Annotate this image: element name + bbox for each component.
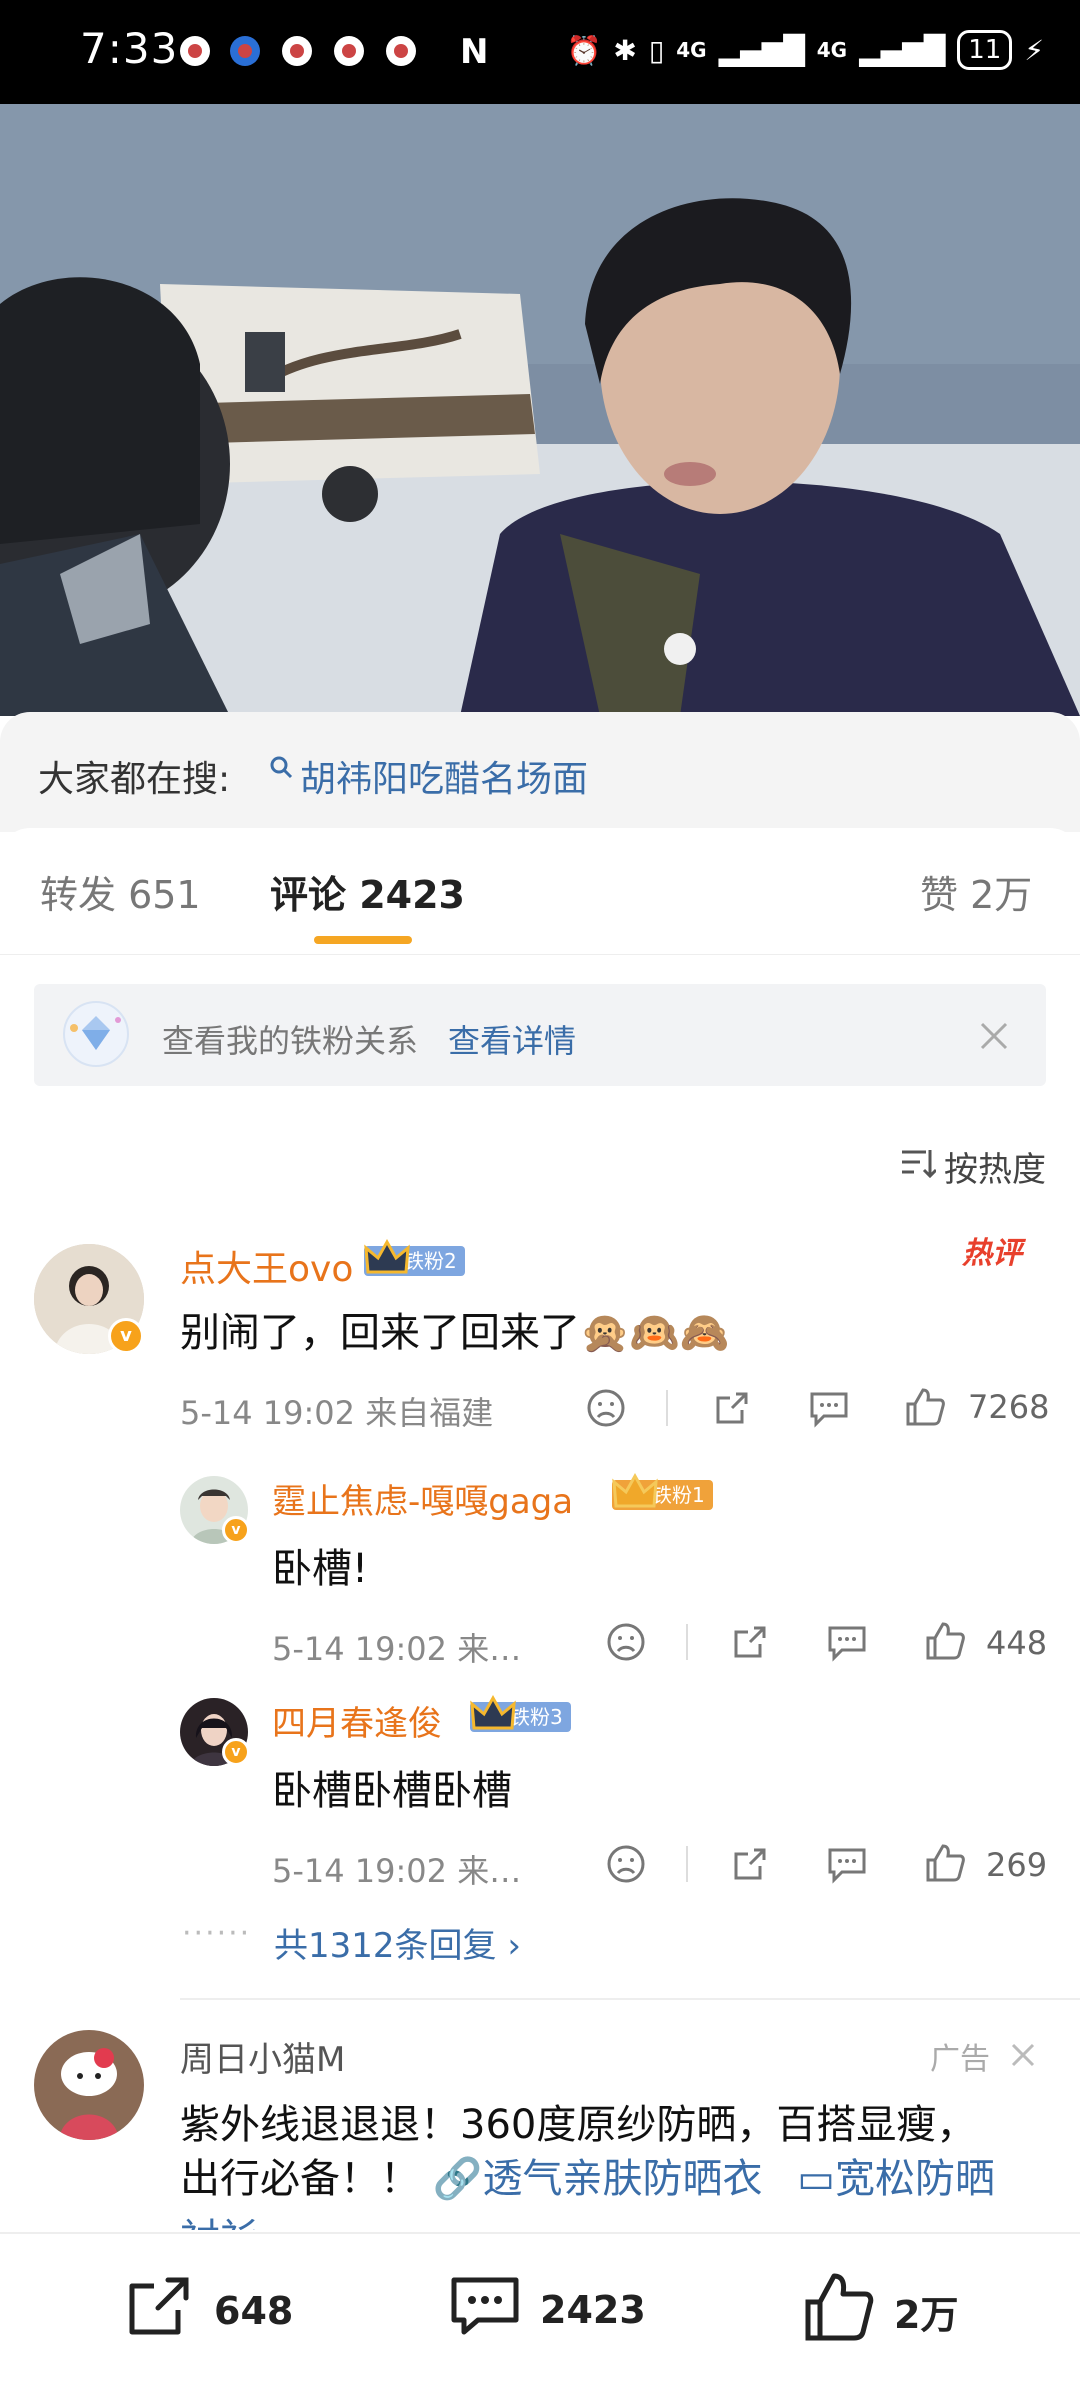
active-tab-indicator: [314, 936, 412, 944]
fans-details-link[interactable]: 查看详情: [448, 1016, 576, 1062]
dislike-icon[interactable]: [586, 1388, 626, 1432]
notification-app-icon: [282, 36, 312, 66]
fan-badge: 铁粉1: [612, 1472, 713, 1510]
ad-product-link[interactable]: ▭宽松防晒: [797, 2156, 995, 2202]
ad-label: 广告: [930, 2042, 990, 2077]
network-indicator: 4G: [816, 38, 848, 62]
close-icon[interactable]: [1010, 2042, 1036, 2068]
comment-button[interactable]: 2423: [448, 2270, 646, 2349]
signal-icon: ▂▄▆█: [859, 33, 946, 67]
more-dots: ······: [182, 1916, 252, 1951]
reply-text: 卧槽!: [272, 1546, 369, 1592]
verified-badge-icon: v: [222, 1516, 250, 1544]
sort-label: 按热度: [944, 1150, 1046, 1190]
crown-icon: [470, 1694, 516, 1730]
avatar[interactable]: [34, 2030, 144, 2140]
reply-text: 卧槽卧槽卧槽: [272, 1768, 512, 1814]
repost-button[interactable]: 648: [124, 2270, 293, 2351]
like-icon[interactable]: [904, 1386, 946, 1432]
hot-comment-tag: 热评: [962, 1236, 1022, 1271]
share-icon: [124, 2270, 196, 2351]
like-count: 448: [986, 1624, 1048, 1662]
comment-meta: 5-14 19:02 来自福建: [180, 1394, 494, 1432]
divider: [666, 1390, 668, 1426]
like-icon: [802, 2270, 876, 2353]
ad-text: 衬衫: [180, 2206, 260, 2230]
comment-icon[interactable]: [808, 1388, 850, 1432]
like-count: 269: [986, 1846, 1048, 1884]
ad-text: 紫外线退退退！360度原纱防晒，百搭显瘦，: [180, 2102, 977, 2148]
fan-badge: 铁粉2: [364, 1238, 465, 1276]
ad-username[interactable]: 周日小猫M: [180, 2032, 345, 2081]
dislike-icon[interactable]: [606, 1844, 646, 1888]
search-icon[interactable]: [268, 754, 294, 780]
reply-meta: 5-14 19:02 来…: [272, 1852, 522, 1890]
comment-icon[interactable]: [826, 1622, 868, 1666]
comment-icon[interactable]: [826, 1844, 868, 1888]
crown-icon: [364, 1238, 410, 1274]
network-indicator: 4G: [676, 38, 707, 62]
notification-app-icon: [180, 36, 210, 66]
like-icon[interactable]: [924, 1620, 966, 1666]
diamond-icon: [60, 998, 132, 1070]
notification-app-icon: [334, 36, 364, 66]
share-icon[interactable]: [730, 1622, 770, 1666]
nfc-icon: N: [460, 32, 489, 72]
status-time: 7:33: [80, 24, 179, 73]
divider: [180, 1998, 1080, 2000]
fan-badge: 铁粉3: [470, 1694, 571, 1732]
ad-product-link[interactable]: 🔗透气亲肤防晒衣: [433, 2156, 763, 2202]
verified-badge-icon: v: [108, 1318, 144, 1354]
sort-icon: [900, 1147, 938, 1187]
verified-badge-icon: v: [222, 1738, 250, 1766]
trending-search-term[interactable]: 胡祎阳吃醋名场面: [300, 750, 588, 802]
battery-icon: 11: [957, 30, 1013, 70]
comment-text: 别闹了，回来了回来了🙊🙉🙈: [180, 1310, 730, 1356]
status-indicators: ⏰ ✱ ▯ 4G ▂▄▆█ 4G ▂▄▆█ 11 ⚡: [566, 28, 1044, 72]
like-count: 7268: [968, 1388, 1050, 1426]
tab-like[interactable]: 赞 2万: [920, 864, 1032, 919]
charging-icon: ⚡: [1024, 33, 1044, 67]
signal-icon: ▂▄▆█: [718, 33, 805, 67]
sort-by-hot-button[interactable]: 按热度: [900, 1142, 1046, 1191]
trending-search-label: 大家都在搜:: [38, 759, 231, 800]
tab-repost[interactable]: 转发 651: [40, 864, 201, 919]
vibrate-icon: ▯: [648, 33, 665, 67]
close-icon[interactable]: [978, 1020, 1010, 1052]
post-media[interactable]: [0, 104, 1080, 716]
comment-count: 2423: [540, 2287, 646, 2332]
ad-text: 出行必备！！: [180, 2156, 433, 2202]
like-count: 2万: [894, 2293, 959, 2337]
share-icon[interactable]: [712, 1388, 752, 1432]
like-button[interactable]: 2万: [802, 2270, 958, 2353]
alarm-icon: ⏰: [566, 33, 602, 67]
post-photo: [0, 104, 1080, 716]
comment-username[interactable]: 点大王ovo: [180, 1240, 353, 1292]
more-replies-link[interactable]: 共1312条回复 ›: [274, 1918, 521, 1967]
notification-app-icon: [386, 36, 416, 66]
reply-meta: 5-14 19:02 来…: [272, 1630, 522, 1668]
crown-icon: [612, 1472, 658, 1508]
reply-username[interactable]: 四月春逢俊: [272, 1696, 442, 1745]
reply-username[interactable]: 霆止焦虑-嘎嘎gaga: [272, 1474, 573, 1523]
tab-comment[interactable]: 评论 2423: [270, 864, 465, 919]
share-icon[interactable]: [730, 1844, 770, 1888]
notification-app-icon: [230, 36, 260, 66]
divider: [686, 1846, 688, 1882]
like-icon[interactable]: [924, 1842, 966, 1888]
ad-text-line2: 出行必备！！ 🔗透气亲肤防晒衣 ▭宽松防晒: [180, 2146, 995, 2204]
divider: [686, 1624, 688, 1660]
fans-banner-text: 查看我的铁粉关系: [162, 1022, 419, 1060]
dislike-icon[interactable]: [606, 1622, 646, 1666]
bluetooth-icon: ✱: [613, 33, 637, 67]
repost-count: 648: [214, 2288, 294, 2333]
comment-icon: [448, 2270, 522, 2349]
